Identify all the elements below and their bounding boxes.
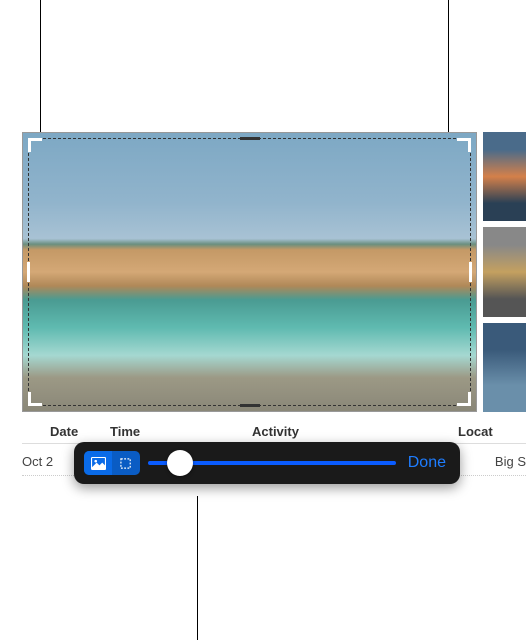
crop-handle-top-left[interactable] bbox=[28, 138, 42, 152]
crop-overlay[interactable] bbox=[28, 138, 471, 406]
table-header-row: Date Time Activity Locat bbox=[22, 420, 526, 444]
column-header-location[interactable]: Locat bbox=[384, 424, 526, 439]
crop-handle-bottom-right[interactable] bbox=[457, 392, 471, 406]
crop-icon bbox=[119, 457, 134, 470]
thumbnail-strip bbox=[483, 132, 526, 412]
crop-handle-left[interactable] bbox=[27, 262, 30, 282]
crop-handle-bottom[interactable] bbox=[240, 404, 260, 407]
callout-line-top-left bbox=[40, 0, 41, 134]
crop-handle-top-right[interactable] bbox=[457, 138, 471, 152]
thumbnail-3[interactable] bbox=[483, 323, 526, 412]
zoom-slider[interactable] bbox=[148, 451, 396, 475]
crop-handle-bottom-left[interactable] bbox=[28, 392, 42, 406]
thumbnail-2[interactable] bbox=[483, 227, 526, 316]
done-button[interactable]: Done bbox=[404, 454, 450, 472]
column-header-time[interactable]: Time bbox=[110, 424, 212, 439]
thumbnail-1[interactable] bbox=[483, 132, 526, 221]
mode-segment bbox=[84, 451, 140, 475]
cell-date: Oct 2 bbox=[22, 454, 72, 469]
enhance-mode-button[interactable] bbox=[84, 451, 112, 475]
photo-icon bbox=[91, 457, 106, 470]
metadata-table: Date Time Activity Locat Oct 2 Big S bbox=[22, 420, 526, 476]
photo-area bbox=[22, 132, 526, 412]
callout-line-top-right bbox=[448, 0, 449, 145]
slider-thumb[interactable] bbox=[167, 450, 193, 476]
crop-handle-right[interactable] bbox=[469, 262, 472, 282]
column-header-activity[interactable]: Activity bbox=[212, 424, 384, 439]
main-photo[interactable] bbox=[22, 132, 477, 412]
edit-toolbar: Done bbox=[74, 442, 460, 484]
callout-line-bottom bbox=[197, 496, 198, 640]
cell-location: Big S bbox=[465, 454, 526, 469]
crop-handle-top[interactable] bbox=[240, 137, 260, 140]
column-header-date[interactable]: Date bbox=[22, 424, 110, 439]
crop-mode-button[interactable] bbox=[112, 451, 140, 475]
